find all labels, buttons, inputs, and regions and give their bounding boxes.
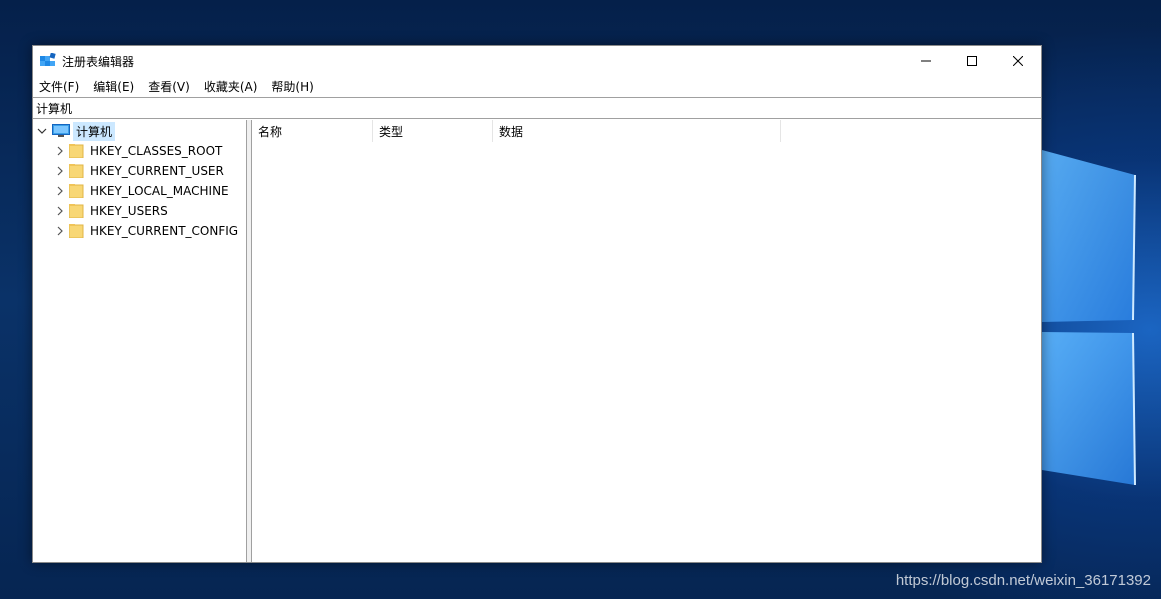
chevron-right-icon[interactable] [53,202,67,220]
address-input[interactable] [36,99,1041,117]
values-list-pane[interactable]: 名称 类型 数据 [252,120,1041,562]
close-button[interactable] [995,46,1041,76]
menu-bar: 文件(F) 编辑(E) 查看(V) 收藏夹(A) 帮助(H) [33,76,1041,96]
tree-node-hkey-current-config[interactable]: HKEY_CURRENT_CONFIG [53,221,238,241]
tree-node-label: HKEY_CURRENT_USER [90,164,224,178]
maximize-button[interactable] [949,46,995,76]
registry-editor-window: 注册表编辑器 文件(F) 编辑(E) 查看(V) 收藏夹(A) 帮助(H) 计算… [32,45,1042,563]
chevron-down-icon[interactable] [35,122,49,140]
tree-node-label: HKEY_CURRENT_CONFIG [90,224,239,238]
menu-edit[interactable]: 编辑(E) [93,78,141,95]
chevron-right-icon[interactable] [53,142,67,160]
menu-file[interactable]: 文件(F) [39,78,86,95]
column-header-data[interactable]: 数据 [493,120,781,142]
tree-node-label: HKEY_USERS [90,204,168,218]
watermark-text: https://blog.csdn.net/weixin_36171392 [895,572,1151,589]
minimize-icon [921,60,931,62]
tree-root-label: 计算机 [73,121,116,141]
chevron-right-icon[interactable] [53,222,67,240]
maximize-icon [967,56,977,66]
tree-node-hkey-classes-root[interactable]: HKEY_CLASSES_ROOT [53,141,238,161]
menu-help[interactable]: 帮助(H) [271,78,320,95]
menu-favorites[interactable]: 收藏夹(A) [204,78,265,95]
tree-node-computer[interactable]: 计算机 [35,121,116,141]
menu-view[interactable]: 查看(V) [148,78,197,95]
tree-node-hkey-current-user[interactable]: HKEY_CURRENT_USER [53,161,238,181]
folder-icon [68,164,85,179]
folder-icon [68,184,85,199]
tree-children: HKEY_CLASSES_ROOT HKEY_CURRENT_USER HKEY… [53,141,238,241]
main-content: 计算机 HKEY_CLASSES_ROOT HKEY_CURRENT_USER … [33,120,1041,562]
folder-icon [68,224,85,239]
folder-icon [68,204,85,219]
chevron-right-icon[interactable] [53,182,67,200]
chevron-right-icon[interactable] [53,162,67,180]
key-tree-pane[interactable]: 计算机 HKEY_CLASSES_ROOT HKEY_CURRENT_USER … [33,120,247,562]
window-title: 注册表编辑器 [62,54,135,69]
computer-icon [52,124,70,138]
minimize-button[interactable] [903,46,949,76]
caption-buttons [903,46,1041,76]
address-bar [33,97,1041,119]
tree-node-label: HKEY_CLASSES_ROOT [90,144,223,158]
folder-icon [68,144,85,159]
title-bar[interactable]: 注册表编辑器 [33,46,1041,76]
tree-node-hkey-local-machine[interactable]: HKEY_LOCAL_MACHINE [53,181,238,201]
column-header-name[interactable]: 名称 [252,120,373,142]
regedit-app-icon [40,52,56,69]
tree-node-hkey-users[interactable]: HKEY_USERS [53,201,238,221]
column-header-type[interactable]: 类型 [373,120,493,142]
close-icon [1013,56,1023,66]
tree-node-label: HKEY_LOCAL_MACHINE [90,184,229,198]
list-header: 名称 类型 数据 [252,120,1041,142]
